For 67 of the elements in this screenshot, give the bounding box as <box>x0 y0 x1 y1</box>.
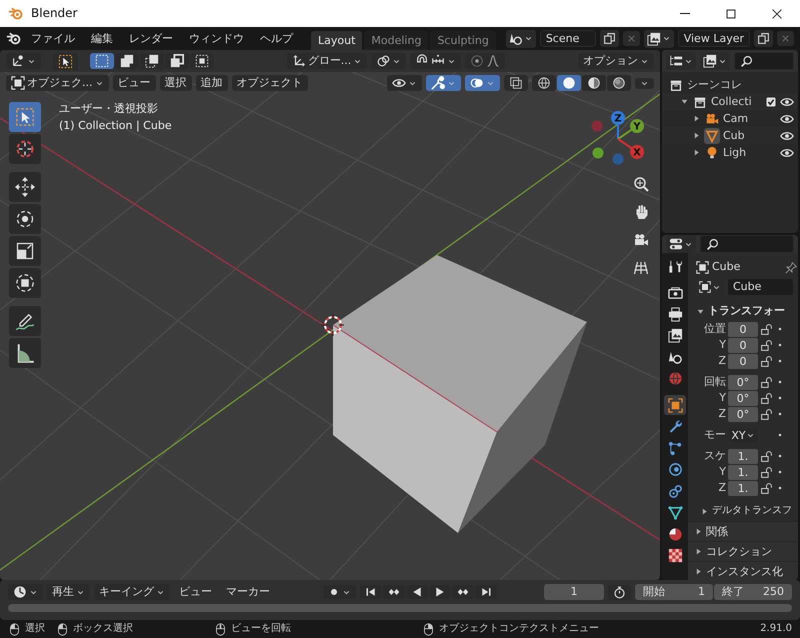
outliner-item[interactable]: Cam <box>723 112 777 126</box>
number-field[interactable]: 0 <box>728 354 758 368</box>
field-label: 終了 <box>722 585 744 599</box>
current-frame-field[interactable]: 1 <box>544 584 604 600</box>
end-frame-field[interactable]: 終了 250 <box>714 584 792 600</box>
field-label: モー <box>703 428 726 442</box>
menu-item[interactable]: ウィンドウ <box>183 30 250 48</box>
status-hint: ボックス選択 <box>73 623 133 635</box>
workspace-tab[interactable]: Layout <box>311 30 362 50</box>
outliner-item[interactable]: Collecti <box>711 94 762 108</box>
scene-field[interactable]: Scene <box>540 30 596 48</box>
dropdown-field[interactable]: XY <box>728 428 758 442</box>
workspace-tab[interactable]: Modeling <box>364 30 428 50</box>
field-label: Z <box>717 354 726 368</box>
viewport-menu[interactable]: オブジェクト <box>232 75 308 91</box>
field-label: Y <box>718 391 726 405</box>
field-value: 250 <box>763 585 784 599</box>
object-name-text: Cube <box>712 260 742 274</box>
timeline-menu[interactable]: 再生 <box>47 584 90 600</box>
number-field[interactable]: 0° <box>728 374 758 390</box>
field-label: 開始 <box>643 585 665 599</box>
field-label: Y <box>718 338 726 352</box>
menu-item[interactable]: ヘルプ <box>254 30 299 48</box>
options-dropdown[interactable]: オプション <box>578 53 654 69</box>
axis-handle[interactable]: X <box>617 138 644 159</box>
object-name-field[interactable]: Cube <box>727 278 794 296</box>
number-field[interactable]: 0° <box>728 406 758 422</box>
subpanel-title[interactable]: デルタトランスフ <box>712 505 792 517</box>
number-field[interactable]: 1. <box>728 464 758 480</box>
panel-title[interactable]: 関係 <box>706 524 728 538</box>
view-layer-field[interactable]: View Layer <box>678 30 750 48</box>
panel-title[interactable]: トランスフォー <box>708 304 785 318</box>
status-hint: 選択 <box>25 623 45 635</box>
field-label: Y <box>718 465 726 479</box>
field-value: 1 <box>698 585 705 599</box>
field-label: 回転 <box>703 375 726 389</box>
timeline-menu[interactable]: マーカー <box>221 584 275 600</box>
menu-item[interactable]: 編集 <box>85 30 119 48</box>
number-field[interactable]: 0° <box>728 390 758 406</box>
version-text: 2.91.0 <box>760 623 792 635</box>
menu-item[interactable]: レンダー <box>123 30 179 48</box>
timeline-menu[interactable]: ビュー <box>174 584 217 600</box>
outliner-item[interactable]: Ligh <box>723 146 777 160</box>
orientation-dropdown[interactable]: グロー... <box>286 53 368 69</box>
timeline-menu[interactable]: キーイング <box>94 584 170 600</box>
window-title: Blender <box>31 6 78 21</box>
viewport-menu[interactable]: ビュー <box>112 75 156 91</box>
mode-dropdown[interactable]: オブジェク... <box>6 75 108 91</box>
start-frame-field[interactable]: 開始 1 <box>635 584 713 600</box>
outliner-item[interactable]: Cub <box>723 128 777 142</box>
status-hint: ビューを回転 <box>231 623 291 635</box>
menu-item[interactable]: ファイル <box>25 30 81 48</box>
viewport-menu[interactable]: 選択 <box>160 75 192 91</box>
workspace-tab[interactable]: Sculpting <box>430 30 496 50</box>
number-field[interactable]: 0 <box>728 322 758 336</box>
field-label: Z <box>717 407 726 421</box>
number-field[interactable]: 1. <box>728 480 758 496</box>
view-name-text: ユーザー・透視投影 <box>59 102 158 116</box>
viewport-menu[interactable]: 追加 <box>196 75 228 91</box>
number-field[interactable]: 1. <box>728 448 758 464</box>
field-label: Z <box>717 481 726 495</box>
context-text: (1) Collection | Cube <box>59 119 172 132</box>
number-field[interactable]: 0 <box>728 338 758 352</box>
outliner-item[interactable]: シーンコレ <box>687 78 798 92</box>
status-hint: オブジェクトコンテクストメニュー <box>439 623 599 635</box>
field-label: スケ <box>703 449 726 463</box>
field-label: 位置 <box>703 322 726 336</box>
